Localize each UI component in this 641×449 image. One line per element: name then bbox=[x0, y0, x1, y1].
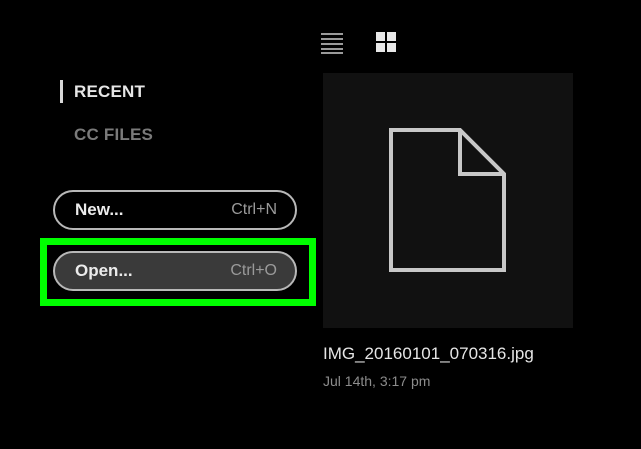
recent-file-thumbnail[interactable] bbox=[323, 73, 573, 328]
nav-cc-files[interactable]: CC FILES bbox=[74, 125, 153, 145]
list-view-icon bbox=[321, 33, 343, 54]
new-shortcut: Ctrl+N bbox=[231, 201, 277, 218]
open-button-label: Open... bbox=[75, 261, 133, 280]
new-button-label: New... bbox=[75, 200, 124, 219]
grid-view-icon bbox=[376, 32, 396, 52]
recent-file-name[interactable]: IMG_20160101_070316.jpg bbox=[323, 344, 534, 364]
recent-file-date: Jul 14th, 3:17 pm bbox=[323, 373, 431, 389]
new-button[interactable]: New... Ctrl+N bbox=[53, 190, 297, 230]
list-view-button[interactable] bbox=[321, 31, 345, 55]
nav-recent[interactable]: RECENT bbox=[74, 82, 145, 102]
document-icon bbox=[389, 128, 506, 272]
open-shortcut: Ctrl+O bbox=[230, 262, 277, 279]
active-nav-indicator bbox=[60, 80, 63, 103]
grid-view-button[interactable] bbox=[375, 31, 399, 55]
open-button[interactable]: Open... Ctrl+O bbox=[53, 251, 297, 291]
